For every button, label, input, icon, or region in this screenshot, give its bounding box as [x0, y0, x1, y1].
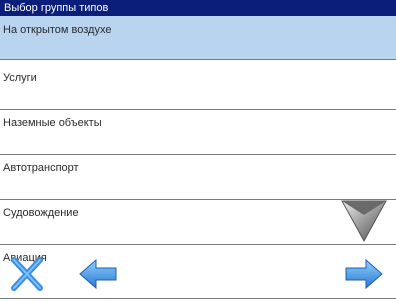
close-button[interactable]: [10, 256, 44, 292]
bottom-toolbar: [0, 252, 396, 302]
bottom-divider: [0, 298, 396, 299]
close-icon: [11, 257, 43, 291]
list-item[interactable]: На открытом воздухе: [0, 16, 396, 60]
list-item[interactable]: Судовождение: [0, 201, 396, 245]
list-item-label: Наземные объекты: [3, 117, 102, 129]
list-item-label: Услуги: [3, 72, 37, 84]
previous-button[interactable]: [78, 254, 118, 294]
arrow-right-icon: [345, 258, 383, 290]
list-item[interactable]: Наземные объекты: [0, 111, 396, 155]
arrow-left-icon: [79, 258, 117, 290]
list-item-label: Судовождение: [3, 207, 79, 219]
arrow-down-icon: [341, 200, 387, 243]
list-item[interactable]: Автотранспорт: [0, 156, 396, 200]
scroll-down-button[interactable]: [340, 195, 388, 245]
list-item[interactable]: Услуги: [0, 66, 396, 110]
list-item-label: Автотранспорт: [3, 162, 79, 174]
next-button[interactable]: [344, 254, 384, 294]
window-title: Выбор группы типов: [0, 0, 396, 16]
list-item-label: На открытом воздухе: [3, 24, 112, 36]
